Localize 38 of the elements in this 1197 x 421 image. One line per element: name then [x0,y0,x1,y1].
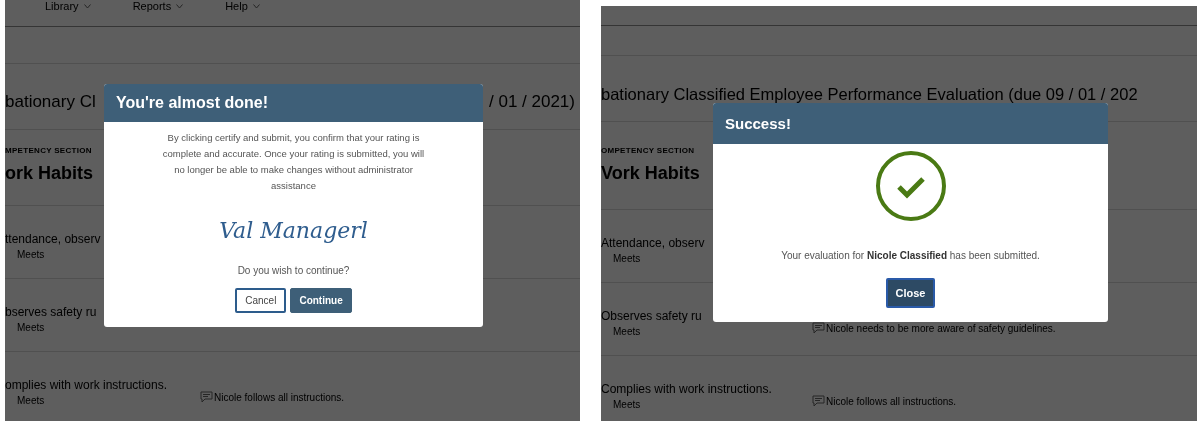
dialog-message: Your evaluation for Nicole Classified has been submitted. [781,249,1040,263]
caret-icon [176,3,184,9]
section-label: MPETENCY SECTION [5,146,92,155]
criterion-name: omplies with work instructions. [5,378,168,392]
comment-text: Nicole follows all instructions. [826,396,957,407]
check-circle-icon [874,150,947,222]
criterion-name: bserves safety ru [5,305,97,319]
confirm-button[interactable]: Close [885,278,936,308]
criterion-name: Complies with work instructions. [601,382,772,396]
comment-text: Nicole follows all instructions. [214,392,345,403]
confirm-button[interactable]: Continue [290,288,352,313]
cancel-button[interactable]: Cancel [235,288,287,313]
comment-icon [200,391,213,403]
page-title: bationary Cl [5,92,96,112]
rating-text: Meets [17,395,45,406]
question-text: Do you wish to continue? [237,265,350,276]
page-title: bationary Classified Employee Performance Evaluation (due 09 / 01 / 202 [601,85,1138,104]
rating-text: Meets [17,322,45,333]
criterion-name: Attendance, observ [601,236,705,250]
dialog-message: By clicking certify and submit, you confirm that your rating is complete and accurate. Once your rating is submitted, you will no longer be able to make changes without administrator assistance [162,131,425,193]
criterion-name: Observes safety ru [601,309,702,323]
rating-text: Meets [17,249,45,260]
signature: Val Managerl [219,218,368,243]
caret-icon [83,3,91,9]
dialog-title: Success! [713,103,1108,144]
dialog-title: You're almost done! [104,84,483,122]
page-title: / 01 / 2021) [489,92,575,112]
rating-text: Meets [613,253,641,264]
comment-icon [812,322,825,334]
section-title: Vork Habits [601,163,700,184]
comment-text: Nicole needs to be more aware of safety guidelines. [826,323,1056,334]
section-label: OMPETENCY SECTION [601,146,695,155]
caret-icon [252,3,260,9]
criterion-name: ttendance, observ [5,232,101,246]
rating-text: Meets [613,326,641,337]
section-title: ork Habits [5,163,94,184]
rating-text: Meets [613,399,641,410]
comment-icon [812,395,825,407]
